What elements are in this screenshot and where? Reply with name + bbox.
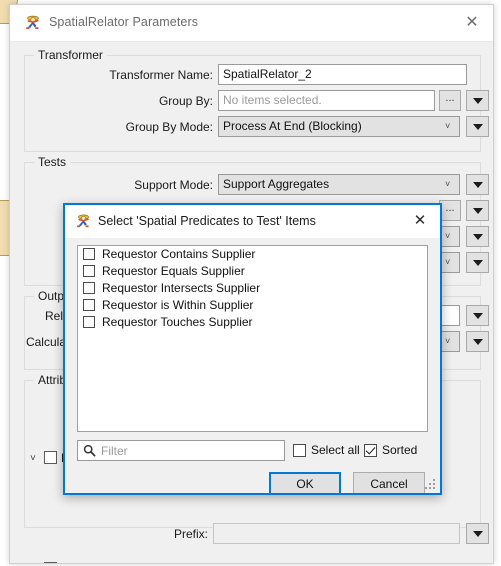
chevron-down-icon: [472, 97, 483, 104]
transformer-name-input[interactable]: SpatialRelator_2: [218, 64, 467, 85]
window-titlebar: SpatialRelator Parameters ✕: [10, 5, 493, 42]
chevron-down-icon: ˅: [445, 336, 451, 346]
prefix-label: Prefix:: [173, 527, 208, 541]
list-item-label: Requestor Equals Supplier: [102, 264, 245, 278]
group-by-browse-button[interactable]: ...: [439, 90, 461, 111]
chevron-down-icon: [472, 123, 483, 130]
list-item[interactable]: Requestor is Within Supplier: [78, 297, 427, 314]
prefix-dropdown-button[interactable]: [466, 523, 489, 544]
select-all-box: [293, 444, 306, 457]
support-mode-label: Support Mode:: [134, 178, 213, 192]
close-icon[interactable]: ✕: [410, 211, 430, 231]
ok-button[interactable]: OK: [269, 472, 341, 493]
group-by-mode-label: Group By Mode:: [125, 120, 213, 134]
group-by-mode-select[interactable]: Process At End (Blocking) ˅: [218, 116, 460, 137]
list-item[interactable]: Requestor Contains Supplier: [78, 246, 427, 263]
item-checkbox[interactable]: [83, 316, 95, 328]
calculate-dropdown-button[interactable]: [466, 331, 489, 352]
item-checkbox[interactable]: [83, 265, 95, 277]
list-item[interactable]: Requestor Intersects Supplier: [78, 280, 427, 297]
prefix-input[interactable]: [213, 523, 460, 544]
chevron-down-icon: [472, 338, 483, 345]
chevron-down-icon: [472, 530, 483, 537]
group-by-input[interactable]: No items selected.: [218, 90, 435, 111]
chevron-down-icon: [472, 233, 483, 240]
item-checkbox[interactable]: [83, 299, 95, 311]
transformer-group-label: Transformer: [34, 48, 107, 62]
items-listbox[interactable]: Requestor Contains Supplier Requestor Eq…: [77, 245, 428, 432]
select-items-dialog: Select 'Spatial Predicates to Test' Item…: [63, 203, 442, 495]
item-checkbox[interactable]: [83, 248, 95, 260]
chevron-down-icon: [472, 181, 483, 188]
filter-input[interactable]: Filter: [77, 440, 285, 461]
sorted-label: Sorted: [382, 443, 418, 457]
list-item-label: Requestor Contains Supplier: [102, 247, 256, 261]
cancel-button[interactable]: Cancel: [353, 472, 425, 493]
sorted-box: [364, 444, 377, 457]
group-by-mode-dropdown-button[interactable]: [466, 116, 489, 137]
list-item[interactable]: Requestor Touches Supplier: [78, 314, 427, 331]
chevron-down-icon[interactable]: ˅: [30, 454, 36, 464]
group-by-dropdown-button[interactable]: [466, 90, 489, 111]
select-all-label: Select all: [311, 443, 360, 457]
fme-transformer-icon: [75, 213, 92, 230]
generate-list-group-label: Generate List: [75, 563, 155, 564]
support-mode-select[interactable]: Support Aggregates ˅: [218, 174, 460, 195]
window-title: SpatialRelator Parameters: [49, 15, 199, 29]
list-item-label: Requestor is Within Supplier: [102, 298, 254, 312]
chevron-down-icon: [472, 312, 483, 319]
transformer-name-label: Transformer Name:: [109, 68, 213, 82]
support-mode-dropdown-button[interactable]: [466, 174, 489, 195]
chevron-down-icon: ˅: [445, 179, 451, 189]
relate-dropdown-button[interactable]: [466, 305, 489, 326]
group-by-mode-value: Process At End (Blocking): [223, 119, 362, 133]
close-icon[interactable]: ✕: [461, 13, 483, 33]
support-mode-value: Support Aggregates: [223, 177, 330, 191]
filter-placeholder: Filter: [101, 444, 128, 458]
generate-list-checkbox[interactable]: [44, 562, 57, 563]
chevron-down-icon: [472, 207, 483, 214]
group-by-label: Group By:: [158, 94, 213, 108]
dialog-titlebar: Select 'Spatial Predicates to Test' Item…: [65, 205, 440, 238]
chevron-down-icon: ˅: [445, 121, 451, 131]
tests-browse-button[interactable]: ...: [439, 200, 461, 221]
chevron-down-icon: [472, 259, 483, 266]
tests-row3-dropdown-button[interactable]: [466, 226, 489, 247]
search-icon: [83, 444, 96, 457]
tests-group-label: Tests: [34, 155, 71, 169]
tests-row4-dropdown-button[interactable]: [466, 252, 489, 273]
dialog-title: Select 'Spatial Predicates to Test' Item…: [98, 214, 316, 228]
resize-grip[interactable]: [425, 479, 436, 490]
item-checkbox[interactable]: [83, 282, 95, 294]
list-item-label: Requestor Touches Supplier: [102, 315, 253, 329]
chevron-down-icon: ˅: [445, 257, 451, 267]
merge-checkbox[interactable]: [44, 451, 57, 464]
list-item[interactable]: Requestor Equals Supplier: [78, 263, 427, 280]
generate-list-warning-icon: !: [136, 562, 140, 563]
tests-row2-dropdown-button[interactable]: [466, 200, 489, 221]
screen: SpatialRelator Parameters ✕ Transformer …: [0, 0, 501, 566]
chevron-down-icon: ˅: [445, 231, 451, 241]
fme-transformer-icon: [24, 14, 42, 32]
list-item-label: Requestor Intersects Supplier: [102, 281, 261, 295]
